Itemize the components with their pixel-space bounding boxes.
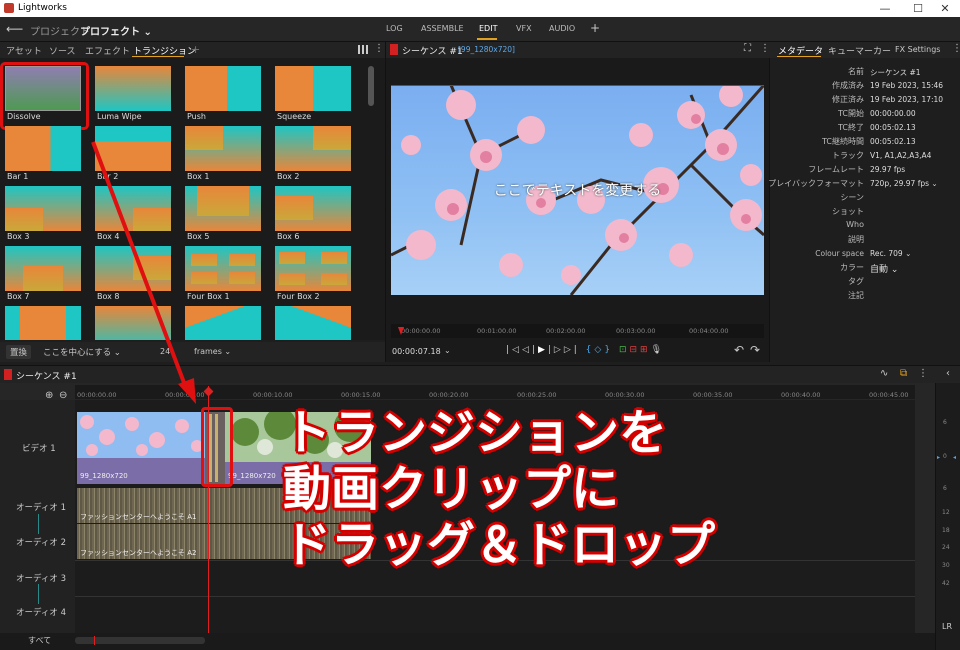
app-window: Lightworks — ☐ ✕ ⟵ プロジェクト プロフェクト ⌄ LOG A… <box>0 0 960 650</box>
annotation-line-3: ドラッグ＆ドロップ <box>283 517 716 573</box>
